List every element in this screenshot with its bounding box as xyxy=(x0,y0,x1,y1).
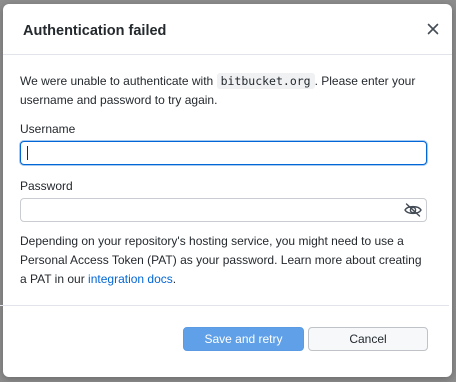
help-text-body: Depending on your repository's hosting s… xyxy=(20,234,422,286)
dialog-header: Authentication failed xyxy=(3,4,452,55)
intro-text-start: We were unable to authenticate with xyxy=(20,74,217,88)
username-label: Username xyxy=(20,122,76,136)
password-label: Password xyxy=(20,179,73,193)
eye-off-icon xyxy=(404,203,422,217)
password-input[interactable] xyxy=(20,198,427,222)
cancel-button[interactable]: Cancel xyxy=(308,327,428,351)
help-text-end: . xyxy=(172,272,177,286)
host-name: bitbucket.org xyxy=(216,73,315,89)
text-caret xyxy=(27,146,28,160)
help-text: Depending on your repository's hosting s… xyxy=(20,232,425,289)
intro-text: We were unable to authenticate with bitb… xyxy=(20,72,425,110)
username-input[interactable] xyxy=(20,141,427,165)
integration-docs-link[interactable]: integration docs xyxy=(88,272,173,286)
toggle-password-visibility-button[interactable] xyxy=(403,201,423,219)
dialog-title: Authentication failed xyxy=(23,23,167,39)
save-and-retry-button[interactable]: Save and retry xyxy=(183,327,304,351)
close-button[interactable] xyxy=(424,20,442,38)
close-icon xyxy=(427,23,439,35)
